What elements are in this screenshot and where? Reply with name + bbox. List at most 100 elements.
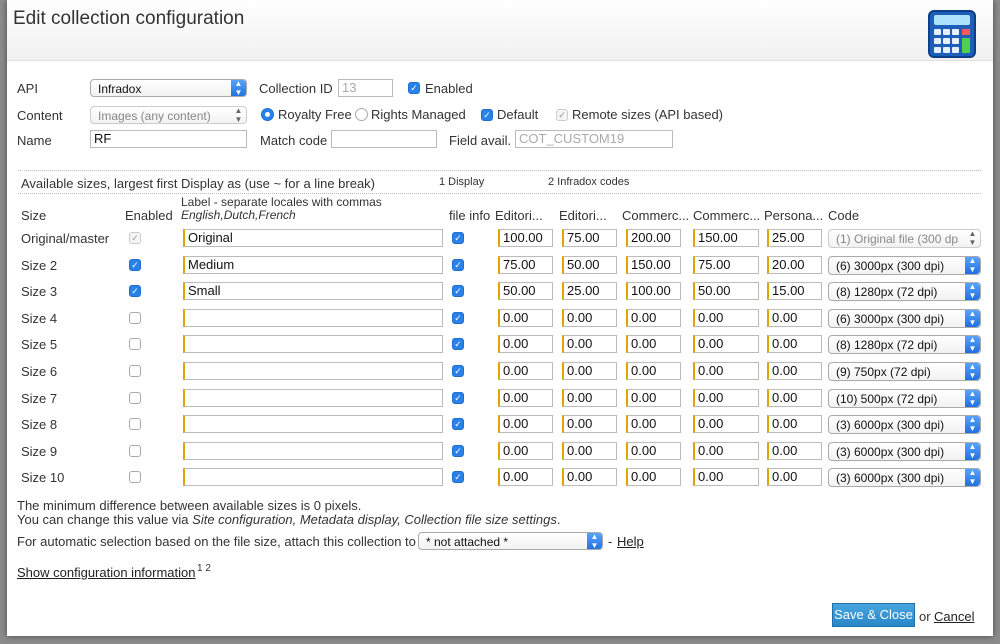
size-label-field[interactable]: [183, 335, 443, 353]
file-info-checkbox[interactable]: ✓: [452, 259, 464, 271]
price-field[interactable]: 0.00: [767, 415, 822, 433]
price-field[interactable]: 0.00: [693, 335, 759, 353]
price-field[interactable]: 150.00: [626, 256, 681, 274]
size-enabled-checkbox[interactable]: ✓: [129, 285, 141, 297]
size-label-field[interactable]: [183, 362, 443, 380]
price-field[interactable]: 50.00: [693, 282, 759, 300]
price-field[interactable]: 0.00: [562, 442, 617, 460]
price-field[interactable]: 0.00: [562, 362, 617, 380]
remote-sizes-checkbox[interactable]: ✓: [556, 109, 568, 121]
size-label-field[interactable]: Original: [183, 229, 443, 247]
price-field[interactable]: 0.00: [626, 468, 681, 486]
price-field[interactable]: 0.00: [693, 415, 759, 433]
price-field[interactable]: 0.00: [767, 362, 822, 380]
file-info-checkbox[interactable]: ✓: [452, 285, 464, 297]
size-code-select[interactable]: (8) 1280px (72 dpi) ▲ ▼: [828, 335, 981, 354]
save-close-button[interactable]: Save & Close: [832, 603, 915, 627]
size-code-select[interactable]: (3) 6000px (300 dpi) ▲ ▼: [828, 468, 981, 487]
price-field[interactable]: 25.00: [767, 229, 822, 247]
size-code-select[interactable]: (6) 3000px (300 dpi) ▲ ▼: [828, 309, 981, 328]
size-enabled-checkbox[interactable]: [129, 392, 141, 404]
size-enabled-checkbox[interactable]: ✓: [129, 232, 141, 244]
price-field[interactable]: 0.00: [626, 362, 681, 380]
price-field[interactable]: 0.00: [562, 389, 617, 407]
file-info-checkbox[interactable]: ✓: [452, 312, 464, 324]
price-field[interactable]: 75.00: [498, 256, 553, 274]
size-label-field[interactable]: Medium: [183, 256, 443, 274]
price-field[interactable]: 25.00: [562, 282, 617, 300]
show-config-info-link[interactable]: Show configuration information: [17, 565, 196, 580]
size-code-select[interactable]: (8) 1280px (72 dpi) ▲ ▼: [828, 282, 981, 301]
price-field[interactable]: 0.00: [767, 389, 822, 407]
price-field[interactable]: 0.00: [693, 362, 759, 380]
price-field[interactable]: 0.00: [498, 335, 553, 353]
price-field[interactable]: 0.00: [693, 389, 759, 407]
attach-select[interactable]: * not attached * ▲ ▼: [418, 532, 603, 550]
price-field[interactable]: 0.00: [562, 415, 617, 433]
name-field[interactable]: RF: [90, 130, 247, 148]
price-field[interactable]: 0.00: [498, 468, 553, 486]
file-info-checkbox[interactable]: ✓: [452, 445, 464, 457]
price-field[interactable]: 0.00: [562, 309, 617, 327]
price-field[interactable]: 75.00: [562, 229, 617, 247]
price-field[interactable]: 200.00: [626, 229, 681, 247]
price-field[interactable]: 0.00: [693, 442, 759, 460]
price-field[interactable]: 0.00: [498, 415, 553, 433]
price-field[interactable]: 50.00: [562, 256, 617, 274]
price-field[interactable]: 0.00: [693, 468, 759, 486]
file-info-checkbox[interactable]: ✓: [452, 418, 464, 430]
royalty-free-radio[interactable]: [261, 108, 274, 121]
api-select[interactable]: Infradox ▲ ▼: [90, 79, 247, 97]
price-field[interactable]: 100.00: [498, 229, 553, 247]
price-field[interactable]: 0.00: [498, 362, 553, 380]
price-field[interactable]: 0.00: [626, 335, 681, 353]
file-info-checkbox[interactable]: ✓: [452, 232, 464, 244]
size-code-select[interactable]: (6) 3000px (300 dpi) ▲ ▼: [828, 256, 981, 275]
size-label-field[interactable]: Small: [183, 282, 443, 300]
enabled-checkbox[interactable]: ✓: [408, 82, 420, 94]
size-code-select[interactable]: (3) 6000px (300 dpi) ▲ ▼: [828, 442, 981, 461]
price-field[interactable]: 150.00: [693, 229, 759, 247]
size-enabled-checkbox[interactable]: [129, 365, 141, 377]
price-field[interactable]: 0.00: [498, 309, 553, 327]
price-field[interactable]: 0.00: [767, 468, 822, 486]
content-select[interactable]: Images (any content) ▲ ▼: [90, 106, 247, 124]
file-info-checkbox[interactable]: ✓: [452, 338, 464, 350]
size-code-select[interactable]: (1) Original file (300 dp ▲ ▼: [828, 229, 981, 248]
size-code-select[interactable]: (9) 750px (72 dpi) ▲ ▼: [828, 362, 981, 381]
price-field[interactable]: 20.00: [767, 256, 822, 274]
size-label-field[interactable]: [183, 415, 443, 433]
size-code-select[interactable]: (10) 500px (72 dpi) ▲ ▼: [828, 389, 981, 408]
size-enabled-checkbox[interactable]: [129, 471, 141, 483]
size-label-field[interactable]: [183, 468, 443, 486]
price-field[interactable]: 15.00: [767, 282, 822, 300]
price-field[interactable]: 0.00: [767, 309, 822, 327]
default-checkbox[interactable]: ✓: [481, 109, 493, 121]
size-label-field[interactable]: [183, 309, 443, 327]
price-field[interactable]: 0.00: [626, 389, 681, 407]
price-field[interactable]: 0.00: [562, 468, 617, 486]
file-info-checkbox[interactable]: ✓: [452, 392, 464, 404]
size-enabled-checkbox[interactable]: [129, 445, 141, 457]
price-field[interactable]: 0.00: [767, 442, 822, 460]
price-field[interactable]: 50.00: [498, 282, 553, 300]
price-field[interactable]: 75.00: [693, 256, 759, 274]
rights-managed-radio[interactable]: [355, 108, 368, 121]
price-field[interactable]: 0.00: [693, 309, 759, 327]
price-field[interactable]: 0.00: [626, 309, 681, 327]
match-code-field[interactable]: [331, 130, 437, 148]
size-enabled-checkbox[interactable]: ✓: [129, 259, 141, 271]
help-link[interactable]: Help: [617, 534, 644, 549]
size-code-select[interactable]: (3) 6000px (300 dpi) ▲ ▼: [828, 415, 981, 434]
cancel-link[interactable]: Cancel: [934, 609, 974, 624]
file-info-checkbox[interactable]: ✓: [452, 471, 464, 483]
file-info-checkbox[interactable]: ✓: [452, 365, 464, 377]
price-field[interactable]: 100.00: [626, 282, 681, 300]
price-field[interactable]: 0.00: [562, 335, 617, 353]
size-enabled-checkbox[interactable]: [129, 312, 141, 324]
size-enabled-checkbox[interactable]: [129, 338, 141, 350]
size-label-field[interactable]: [183, 442, 443, 460]
size-label-field[interactable]: [183, 389, 443, 407]
price-field[interactable]: 0.00: [767, 335, 822, 353]
price-field[interactable]: 0.00: [626, 442, 681, 460]
